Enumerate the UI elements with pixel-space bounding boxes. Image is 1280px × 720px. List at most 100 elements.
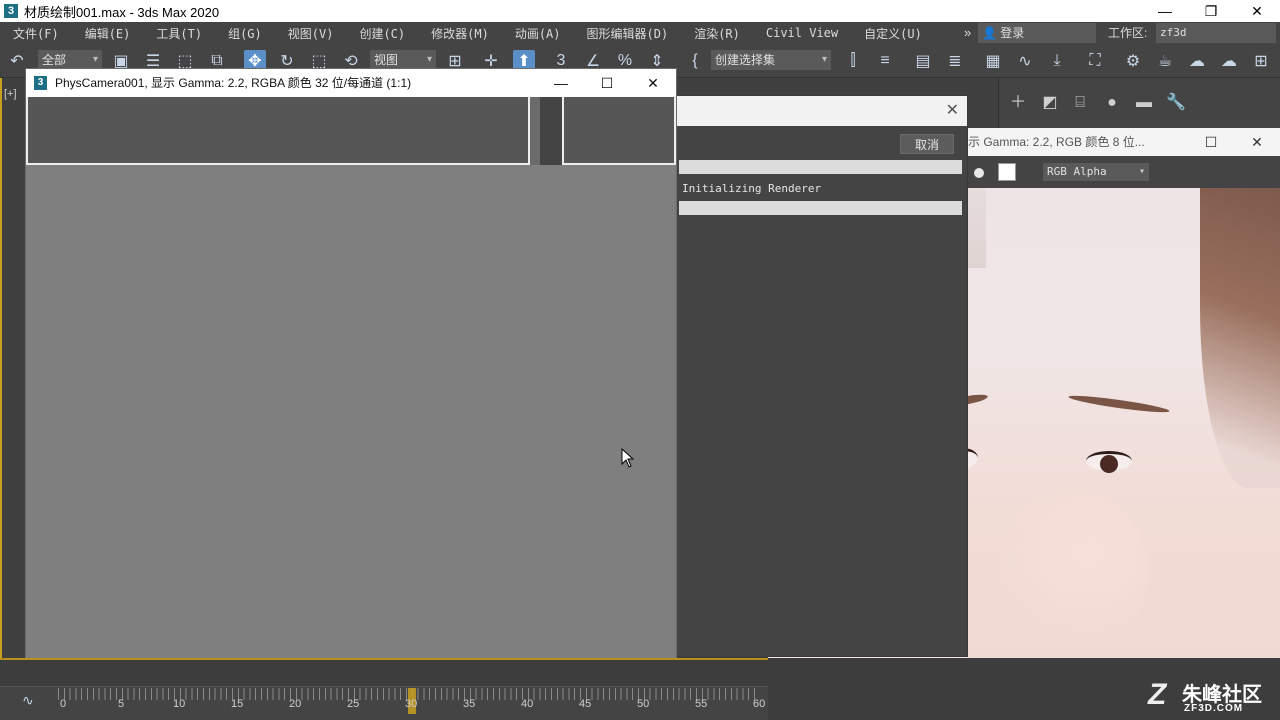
login-dropdown[interactable]: 👤 登录 [978, 23, 1096, 43]
3dsmax-app-icon[interactable]: 3 [4, 4, 18, 18]
frame-label: 0 [60, 698, 67, 710]
channel-select[interactable]: RGB Alpha [1043, 163, 1149, 181]
render-activeshade-icon[interactable]: ⊞ [1250, 50, 1272, 72]
frame-buffer-2-close-button[interactable]: ✕ [1234, 128, 1280, 156]
frame-label: 10 [173, 698, 186, 710]
menu-overflow-icon[interactable]: » [964, 22, 971, 44]
frame-buffer-2-maximize-button[interactable]: ☐ [1188, 128, 1234, 156]
material-editor-icon[interactable]: ⛶ [1084, 50, 1106, 72]
menu-customize[interactable]: 自定义(U) [851, 25, 935, 42]
progress-bar-current [679, 201, 962, 215]
frame-label: 50 [637, 698, 650, 710]
render-window-maximize-button[interactable]: ☐ [584, 69, 630, 97]
menu-bar: 文件(F) 编辑(E) 工具(T) 组(G) 视图(V) 创建(C) 修改器(M… [0, 22, 1280, 44]
render-window-close-button[interactable]: ✕ [630, 69, 676, 97]
display-tab-icon[interactable]: ▬ [1133, 92, 1155, 114]
ribbon-icon[interactable]: ▦ [982, 50, 1004, 72]
hierarchy-tab-icon[interactable]: ⌸ [1069, 92, 1091, 114]
toggle-scene-explorer-icon[interactable]: ▤ [912, 50, 934, 72]
minimize-button[interactable]: — [1142, 0, 1188, 22]
cheek-shade [998, 488, 1148, 658]
frame-buffer-window-2: 示 Gamma: 2.2, RGB 颜色 8 位... ☐ ✕ RGB Alph… [968, 128, 1280, 720]
frame-label: 25 [347, 698, 360, 710]
progress-bar-total [679, 160, 962, 174]
app-title: 材质绘制001.max - 3ds Max 2020 [24, 4, 220, 20]
frame-label: 55 [695, 698, 708, 710]
mirror-icon[interactable]: ⫿ [842, 50, 864, 72]
timeline: ∿ 0 5 10 15 20 25 30 35 40 45 50 55 60 [0, 658, 1280, 720]
menu-civil-view[interactable]: Civil View [753, 26, 851, 40]
menu-file[interactable]: 文件(F) [0, 25, 72, 42]
frame-label: 35 [463, 698, 476, 710]
app-title-bar: 3 材质绘制001.max - 3ds Max 2020 — ❐ ✕ [0, 0, 1280, 22]
rendered-frame-window-icon[interactable]: ☕ [1154, 50, 1176, 72]
frame-label: 5 [118, 698, 125, 710]
menu-create[interactable]: 创建(C) [346, 25, 418, 42]
user-icon: 👤 [982, 26, 997, 40]
menu-tools[interactable]: 工具(T) [143, 25, 215, 42]
render-window-title: PhysCamera001, 显示 Gamma: 2.2, RGBA 颜色 32… [55, 76, 412, 90]
named-selection-select[interactable]: 创建选择集 [711, 50, 831, 70]
render-window-minimize-button[interactable]: — [538, 69, 584, 97]
selection-filter-select[interactable]: 全部 [38, 50, 102, 70]
menu-graph-editors[interactable]: 图形编辑器(D) [574, 25, 682, 42]
create-tab-icon[interactable]: ＋ [1007, 92, 1029, 114]
display-channel-dot-icon[interactable] [974, 168, 984, 178]
render-iterative-icon[interactable]: ☁ [1218, 50, 1240, 72]
reference-coord-select[interactable]: 视图 [370, 50, 436, 70]
frame-label: 60 [753, 698, 766, 710]
modify-tab-icon[interactable]: ◩ [1039, 92, 1061, 114]
eye-right-shape [1086, 451, 1132, 473]
curve-editor-icon[interactable]: ∿ [1014, 50, 1036, 72]
motion-tab-icon[interactable]: ● [1101, 92, 1123, 114]
menu-edit[interactable]: 编辑(E) [72, 25, 144, 42]
render-window-title-bar: 3 PhysCamera001, 显示 Gamma: 2.2, RGBA 颜色 … [26, 69, 676, 97]
eyebrow-left-shape [968, 392, 989, 408]
align-icon[interactable]: ≡ [874, 50, 896, 72]
cancel-button[interactable]: 取消 [900, 134, 954, 154]
watermark-logo: Z [1148, 678, 1167, 711]
render-status-text: Initializing Renderer [682, 182, 822, 195]
dialog-close-icon[interactable]: ✕ [946, 100, 959, 120]
menu-animation[interactable]: 动画(A) [502, 25, 574, 42]
render-setup-icon[interactable]: ⚙ [1122, 50, 1144, 72]
render-window-toolbar-panel [26, 97, 530, 165]
timeline-active-border [0, 658, 768, 660]
command-panel: ＋ ◩ ⌸ ● ▬ 🔧 [998, 78, 1280, 128]
render-window-panel-gap [540, 97, 562, 165]
login-label: 登录 [1000, 26, 1025, 40]
3dsmax-app-icon: 3 [34, 76, 47, 90]
eye-left-shape [968, 448, 978, 468]
workspace-select[interactable]: zf3d [1156, 23, 1276, 43]
menu-rendering[interactable]: 渲染(R) [681, 25, 753, 42]
layer-explorer-icon[interactable]: ≣ [944, 50, 966, 72]
render-production-icon[interactable]: ☁ [1186, 50, 1208, 72]
frame-label: 45 [579, 698, 592, 710]
eyebrow-shape [1067, 392, 1171, 416]
background-left [968, 188, 986, 268]
dialog-header: ✕ [677, 96, 967, 126]
rendered-portrait-image [968, 188, 1280, 720]
utilities-tab-icon[interactable]: 🔧 [1165, 92, 1187, 114]
workspace-label: 工作区: [1108, 26, 1148, 40]
frame-label: 15 [231, 698, 244, 710]
mini-curve-editor-icon[interactable]: ∿ [22, 692, 34, 709]
schematic-view-icon[interactable]: ⤓ [1046, 50, 1068, 72]
watermark-url: ZF3D.COM [1184, 703, 1244, 714]
menu-modifiers[interactable]: 修改器(M) [418, 25, 502, 42]
color-swatch[interactable] [998, 163, 1016, 181]
render-canvas[interactable] [26, 165, 676, 689]
edit-named-selection-icon[interactable]: { [684, 50, 706, 72]
close-button[interactable]: ✕ [1234, 0, 1280, 22]
restore-button[interactable]: ❐ [1188, 0, 1234, 22]
menu-views[interactable]: 视图(V) [275, 25, 347, 42]
frame-buffer-2-toolbar: RGB Alpha [968, 156, 1280, 188]
frame-label: 20 [289, 698, 302, 710]
hair-shape [1200, 188, 1280, 488]
render-window-panel-divider [530, 97, 540, 165]
rendering-progress-dialog: ✕ 取消 Initializing Renderer [676, 95, 968, 657]
render-window-side-panel [562, 97, 676, 165]
menu-group[interactable]: 组(G) [215, 25, 275, 42]
viewport-active-border [0, 78, 2, 660]
viewport-label[interactable]: [+] [4, 88, 17, 100]
